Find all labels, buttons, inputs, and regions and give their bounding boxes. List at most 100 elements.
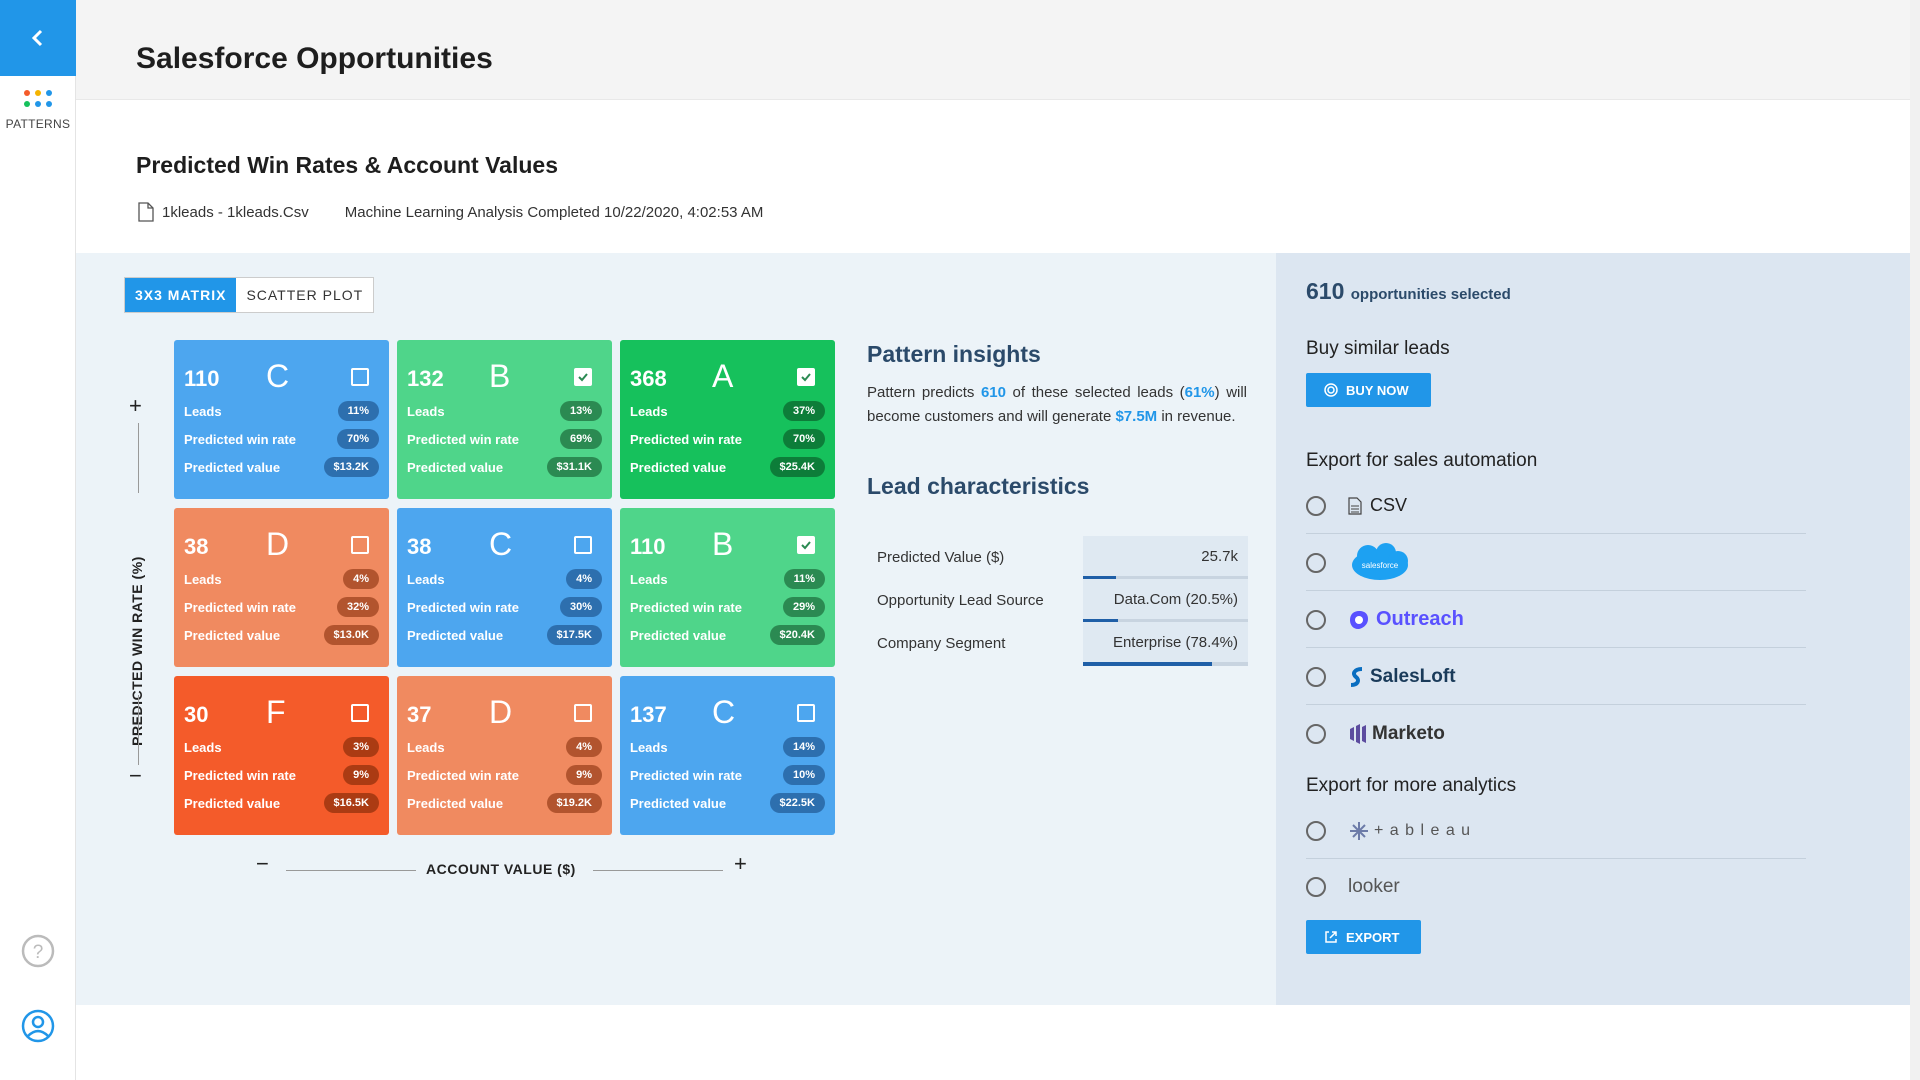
win-rate-label: Predicted win rate bbox=[407, 599, 519, 615]
win-rate-pill: 9% bbox=[343, 765, 379, 785]
check-icon bbox=[801, 541, 811, 550]
value-pill: $20.4K bbox=[769, 625, 825, 645]
win-rate-matrix: 110 C Leads 11% Predicted win rate 70% Pre… bbox=[174, 340, 835, 835]
characteristic-value: Enterprise (78.4%) bbox=[1083, 622, 1248, 664]
checkbox-checked[interactable] bbox=[574, 368, 592, 386]
lead-characteristic-row: Opportunity Lead Source Data.Com (20.5%) bbox=[877, 577, 1248, 623]
value-label: Predicted value bbox=[407, 627, 504, 643]
radio-button[interactable] bbox=[1306, 495, 1326, 516]
win-rate-pill: 69% bbox=[559, 429, 602, 449]
salesloft-logo-icon bbox=[1350, 666, 1363, 687]
matrix-cell[interactable]: 137 C Leads 14% Predicted win rate 10% Pre… bbox=[620, 676, 835, 835]
radio-button[interactable] bbox=[1306, 724, 1326, 744]
leads-label: Leads bbox=[630, 403, 668, 419]
matrix-cell[interactable]: 38 D Leads 4% Predicted win rate 32% Predi… bbox=[174, 508, 389, 667]
y-axis-plus: + bbox=[129, 393, 142, 418]
win-rate-label: Predicted win rate bbox=[407, 431, 519, 447]
radio-button[interactable] bbox=[1306, 666, 1326, 687]
characteristic-bar bbox=[1083, 662, 1248, 666]
export-button[interactable]: EXPORT bbox=[1306, 920, 1422, 954]
matrix-cell[interactable]: 37 D Leads 4% Predicted win rate 9% Predic… bbox=[397, 676, 612, 835]
cell-grade: B bbox=[489, 358, 511, 394]
value-label: Predicted value bbox=[184, 459, 281, 475]
y-axis-label: PREDICTED WIN RATE (%) bbox=[129, 556, 145, 746]
characteristic-value: 25.7k bbox=[1083, 536, 1248, 578]
value-label: Predicted value bbox=[630, 795, 727, 811]
value-pill: $31.1K bbox=[546, 457, 602, 477]
cell-grade: D bbox=[489, 694, 513, 730]
matrix-cell[interactable]: 110 B Leads 11% Predicted win rate 29% Pre… bbox=[620, 508, 835, 667]
radio-button[interactable] bbox=[1306, 877, 1326, 897]
leads-label: Leads bbox=[407, 571, 445, 587]
leads-pill: 14% bbox=[782, 737, 825, 757]
radio-button[interactable] bbox=[1306, 609, 1326, 630]
cell-grade: A bbox=[712, 358, 734, 394]
export-option-salesloft[interactable]: SalesLoft bbox=[1306, 649, 1806, 705]
page-header: Salesforce Opportunities bbox=[76, 0, 1910, 100]
patterns-logo[interactable]: PATTERNS bbox=[0, 90, 76, 131]
matrix-cell[interactable]: 132 B Leads 13% Predicted win rate 69% Pre… bbox=[397, 340, 612, 499]
win-rate-pill: 29% bbox=[782, 597, 825, 617]
csv-file-icon bbox=[1348, 496, 1362, 515]
export-option-csv[interactable]: CSV bbox=[1306, 478, 1806, 534]
cell-grade: C bbox=[712, 694, 736, 730]
matrix-cell[interactable]: 38 C Leads 4% Predicted win rate 30% Predi… bbox=[397, 508, 612, 667]
radio-button[interactable] bbox=[1306, 820, 1326, 841]
export-option-salesforce[interactable]: salesforce bbox=[1306, 535, 1806, 591]
leads-label: Leads bbox=[630, 739, 668, 755]
characteristic-label: Opportunity Lead Source bbox=[877, 591, 1044, 609]
tab-3x3-matrix[interactable]: 3X3 MATRIX bbox=[125, 278, 237, 312]
radio-button[interactable] bbox=[1306, 552, 1326, 573]
tab-scatter-plot[interactable]: SCATTER PLOT bbox=[236, 278, 373, 312]
matrix-cell[interactable]: 368 A Leads 37% Predicted win rate 70% Pre… bbox=[620, 340, 835, 499]
checkbox[interactable] bbox=[574, 536, 592, 554]
value-label: Predicted value bbox=[407, 459, 504, 475]
matrix-cell[interactable]: 30 F Leads 3% Predicted win rate 9% Predic… bbox=[174, 676, 389, 835]
pattern-insights-title: Pattern insights bbox=[867, 341, 1041, 367]
matrix-cell[interactable]: 110 C Leads 11% Predicted win rate 70% Pre… bbox=[174, 340, 389, 499]
y-axis: + PREDICTED WIN RATE (%) − bbox=[122, 393, 152, 788]
analysis-status: Machine Learning Analysis Completed 10/2… bbox=[344, 203, 764, 221]
cell-grade: F bbox=[266, 694, 286, 730]
selected-label: opportunities selected bbox=[1350, 286, 1511, 303]
cell-count: 368 bbox=[630, 366, 667, 391]
checkbox-checked[interactable] bbox=[797, 536, 815, 554]
checkbox-checked[interactable] bbox=[797, 368, 815, 386]
buy-now-button[interactable]: BUY NOW bbox=[1306, 373, 1431, 407]
checkbox[interactable] bbox=[797, 704, 815, 722]
svg-text:salesforce: salesforce bbox=[1362, 561, 1399, 570]
value-label: Predicted value bbox=[184, 795, 281, 811]
win-rate-pill: 9% bbox=[566, 765, 602, 785]
section-title: Predicted Win Rates & Account Values bbox=[136, 152, 558, 178]
scrollbar[interactable] bbox=[1910, 0, 1920, 1080]
value-label: Predicted value bbox=[630, 459, 727, 475]
win-rate-pill: 32% bbox=[336, 597, 379, 617]
win-rate-label: Predicted win rate bbox=[184, 431, 296, 447]
file-info: 1kleads - 1kleads.Csv Machine Learning A… bbox=[138, 202, 763, 222]
cell-count: 110 bbox=[630, 534, 666, 559]
export-option-outreach[interactable]: Outreach bbox=[1306, 592, 1806, 648]
cell-grade: C bbox=[266, 358, 290, 394]
export-option-tableau[interactable]: + a b l e a u bbox=[1306, 803, 1806, 859]
lead-characteristics-title: Lead characteristics bbox=[867, 473, 1090, 499]
win-rate-pill: 70% bbox=[782, 429, 825, 449]
value-pill: $13.0K bbox=[323, 625, 379, 645]
x-axis-label: ACCOUNT VALUE ($) bbox=[426, 861, 576, 877]
actions-panel: 610 opportunities selected Buy similar l… bbox=[1276, 253, 1910, 1005]
checkbox[interactable] bbox=[574, 704, 592, 722]
export-option-marketo[interactable]: Marketo bbox=[1306, 706, 1806, 762]
user-account-icon[interactable] bbox=[20, 1008, 56, 1044]
file-name: 1kleads - 1kleads.Csv bbox=[162, 203, 309, 221]
back-button[interactable] bbox=[0, 0, 76, 76]
value-pill: $25.4K bbox=[769, 457, 825, 477]
leads-pill: 13% bbox=[559, 401, 602, 421]
outreach-label: Outreach bbox=[1376, 608, 1464, 630]
checkbox[interactable] bbox=[351, 368, 369, 386]
win-rate-label: Predicted win rate bbox=[630, 767, 742, 783]
checkbox[interactable] bbox=[351, 704, 369, 722]
leads-label: Leads bbox=[407, 739, 445, 755]
export-option-looker[interactable]: looker bbox=[1306, 859, 1806, 915]
help-icon[interactable]: ? bbox=[20, 933, 56, 969]
value-pill: $13.2K bbox=[323, 457, 379, 477]
checkbox[interactable] bbox=[351, 536, 369, 554]
